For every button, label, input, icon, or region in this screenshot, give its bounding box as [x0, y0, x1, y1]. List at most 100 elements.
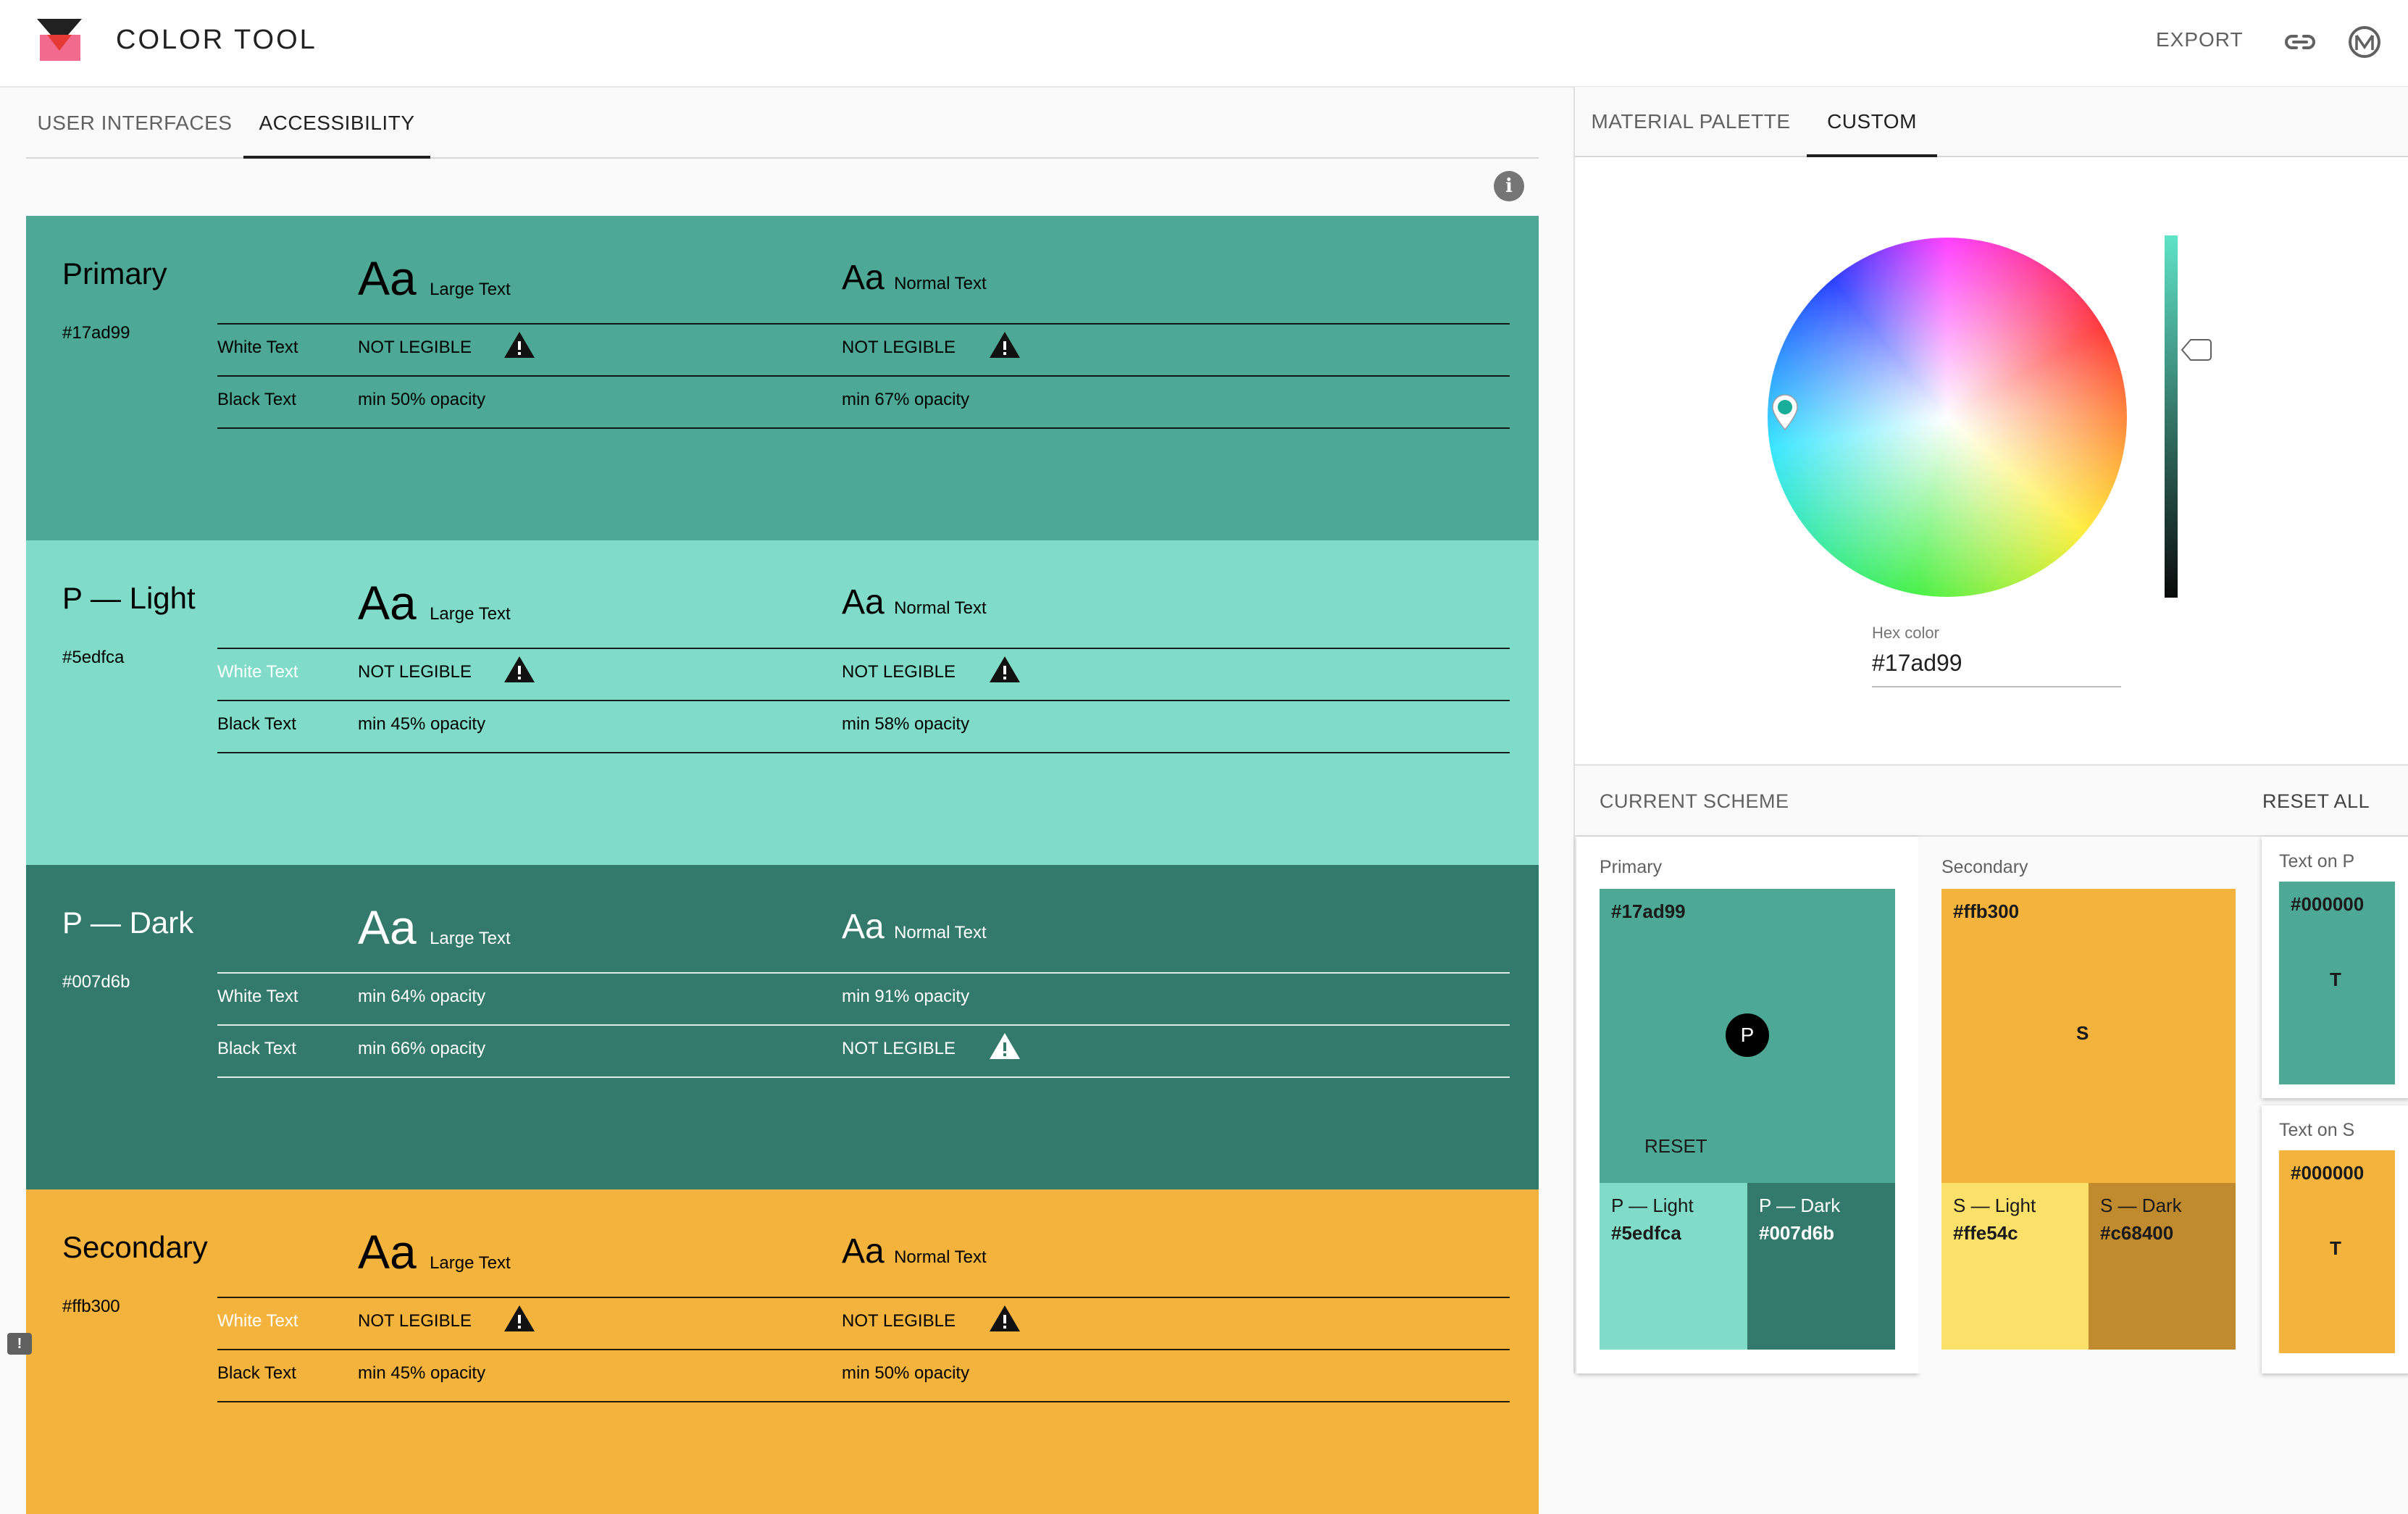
- section-name: Secondary: [62, 1230, 208, 1264]
- row-divider: [217, 1024, 1510, 1026]
- row-label: Black Text: [217, 1363, 296, 1383]
- row-divider: [217, 1349, 1510, 1350]
- normal-text-result: NOT LEGIBLE: [842, 662, 956, 682]
- aa-normal: Aa: [842, 259, 885, 297]
- section-hex: #ffb300: [62, 1297, 120, 1316]
- normal-text-sample: Aa Normal Text: [842, 258, 987, 298]
- warning-icon: [503, 1304, 536, 1333]
- row-divider: [217, 700, 1510, 701]
- warning-icon: [988, 1032, 1021, 1061]
- text-on-s-card: Text on S #000000 T: [2262, 1105, 2408, 1373]
- secondary-dark-hex: #c68400: [2100, 1222, 2174, 1244]
- color-wheel-thumb[interactable]: [1771, 393, 1799, 431]
- secondary-swatch[interactable]: #ffb300 S: [1941, 889, 2236, 1183]
- left-tab-bar: USER INTERFACES ACCESSIBILITY: [26, 88, 1539, 159]
- normal-text-result: NOT LEGIBLE: [842, 1039, 956, 1058]
- text-on-p-swatch[interactable]: #000000 T: [2279, 882, 2395, 1084]
- normal-text-sample: Aa Normal Text: [842, 907, 987, 947]
- text-on-s-badge: T: [2330, 1237, 2341, 1259]
- tab-material-palette[interactable]: MATERIAL PALETTE: [1575, 87, 1807, 156]
- color-wheel[interactable]: [1768, 238, 2127, 597]
- aa-normal: Aa: [842, 1232, 885, 1271]
- large-text-sample: Aa Large Text: [358, 575, 511, 630]
- secondary-card-label: Secondary: [1941, 857, 2028, 877]
- section-primary: Primary #17ad99 Aa Large Text Aa Normal Tex…: [26, 216, 1539, 540]
- row-divider: [217, 427, 1510, 429]
- aa-normal: Aa: [842, 583, 885, 622]
- text-on-s-swatch[interactable]: #000000 T: [2279, 1150, 2395, 1353]
- primary-card-label: Primary: [1600, 857, 1663, 877]
- current-scheme-header: CURRENT SCHEME RESET ALL: [1575, 766, 2408, 837]
- link-icon[interactable]: [2283, 28, 2317, 57]
- row-divider: [217, 323, 1510, 325]
- normal-text-sample: Aa Normal Text: [842, 1231, 987, 1271]
- row-label: White Text: [217, 1311, 298, 1331]
- primary-swatch-hex: #17ad99: [1611, 900, 1686, 922]
- normal-text-label: Normal Text: [894, 274, 987, 293]
- row-divider: [217, 648, 1510, 649]
- text-on-p-card: Text on P #000000 T: [2262, 837, 2408, 1098]
- primary-light-swatch[interactable]: P — Light #5edfca: [1600, 1183, 1747, 1350]
- secondary-badge: S: [2076, 1022, 2089, 1044]
- aa-large: Aa: [358, 900, 417, 954]
- row-label: White Text: [217, 987, 298, 1006]
- row-label: Black Text: [217, 390, 296, 409]
- section-secondary: Secondary #ffb300 Aa Large Text Aa Normal T…: [26, 1189, 1539, 1514]
- brightness-slider-thumb[interactable]: [2179, 335, 2212, 364]
- row-label: Black Text: [217, 1039, 296, 1058]
- section-name: P — Dark: [62, 906, 194, 940]
- large-text-sample: Aa Large Text: [358, 251, 511, 306]
- primary-dark-swatch[interactable]: P — Dark #007d6b: [1747, 1183, 1895, 1350]
- text-on-s-hex: #000000: [2291, 1162, 2365, 1184]
- active-tab-indicator: [243, 156, 430, 159]
- app-bar: COLOR TOOL EXPORT: [0, 0, 2408, 88]
- primary-dark-title: P — Dark: [1759, 1195, 1841, 1216]
- section-name: Primary: [62, 256, 167, 290]
- warning-icon: [503, 655, 536, 684]
- row-divider: [217, 1401, 1510, 1402]
- primary-dark-hex: #007d6b: [1759, 1222, 1835, 1244]
- tab-custom[interactable]: CUSTOM: [1807, 87, 1937, 156]
- large-text-result: NOT LEGIBLE: [358, 338, 472, 357]
- row-divider: [217, 972, 1510, 974]
- section-p-dark: P — Dark #007d6b Aa Large Text Aa Normal Te…: [26, 865, 1539, 1189]
- feedback-icon[interactable]: !: [7, 1333, 32, 1355]
- secondary-scheme-card: Secondary #ffb300 S S — Light #ffe54c S …: [1918, 837, 2262, 1373]
- brightness-slider[interactable]: [2165, 235, 2178, 598]
- normal-text-result: min 67% opacity: [842, 390, 970, 409]
- custom-color-picker: Hex color #17ad99: [1575, 157, 2408, 766]
- info-icon[interactable]: i: [1494, 171, 1524, 201]
- hex-input-underline: [1872, 686, 2121, 687]
- large-text-label: Large Text: [430, 1253, 511, 1273]
- app-title: COLOR TOOL: [116, 25, 317, 55]
- section-p-light: P — Light #5edfca Aa Large Text Aa Normal T…: [26, 540, 1539, 865]
- large-text-result: NOT LEGIBLE: [358, 1311, 472, 1331]
- secondary-swatch-hex: #ffb300: [1953, 900, 2020, 922]
- tab-user-interfaces[interactable]: USER INTERFACES: [26, 88, 243, 157]
- secondary-dark-title: S — Dark: [2100, 1195, 2182, 1216]
- row-label: Black Text: [217, 714, 296, 734]
- export-button[interactable]: EXPORT: [2156, 28, 2244, 51]
- warning-icon: [503, 330, 536, 359]
- text-on-p-badge: T: [2330, 969, 2341, 990]
- row-divider: [217, 1076, 1510, 1078]
- normal-text-label: Normal Text: [894, 923, 987, 942]
- primary-reset-button[interactable]: RESET: [1644, 1135, 1707, 1158]
- section-hex: #5edfca: [62, 648, 125, 667]
- tab-accessibility[interactable]: ACCESSIBILITY: [243, 88, 430, 157]
- primary-light-hex: #5edfca: [1611, 1222, 1681, 1244]
- normal-text-result: NOT LEGIBLE: [842, 338, 956, 357]
- large-text-result: min 50% opacity: [358, 390, 486, 409]
- text-on-p-label: Text on P: [2279, 851, 2355, 871]
- hex-color-label: Hex color: [1872, 624, 1939, 642]
- secondary-dark-swatch[interactable]: S — Dark #c68400: [2089, 1183, 2236, 1350]
- text-on-s-label: Text on S: [2279, 1120, 2355, 1140]
- secondary-light-swatch[interactable]: S — Light #ffe54c: [1941, 1183, 2089, 1350]
- primary-swatch[interactable]: #17ad99 P RESET: [1600, 889, 1895, 1183]
- reset-all-button[interactable]: RESET ALL: [2262, 790, 2370, 813]
- large-text-result: min 45% opacity: [358, 714, 486, 734]
- secondary-light-title: S — Light: [1953, 1195, 2036, 1216]
- material-logo-icon[interactable]: [2348, 25, 2381, 59]
- row-label: White Text: [217, 338, 298, 357]
- hex-color-input[interactable]: #17ad99: [1872, 650, 1962, 677]
